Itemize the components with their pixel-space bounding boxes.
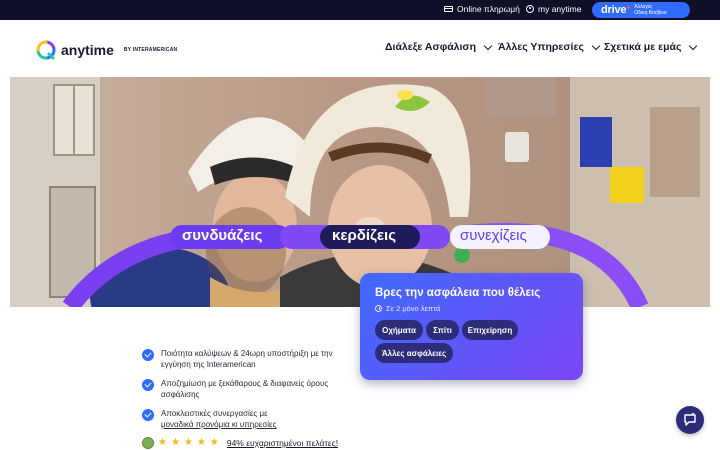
chevron-down-icon <box>591 41 601 50</box>
award-badge-icon <box>142 437 154 449</box>
nav-other-services[interactable]: Άλλες Υπηρεσίες <box>498 41 601 53</box>
top-bar: Online πληρωμή my anytime drive Άλλαγες … <box>0 0 720 20</box>
finder-title: Βρες την ασφάλεια που θέλεις <box>375 287 541 299</box>
star-icon: ★ <box>170 437 180 448</box>
nav-choose-insurance[interactable]: Διάλεξε Ασφάλιση <box>385 41 493 53</box>
drive-button[interactable]: drive Άλλαγες Οδική Βοήθεια <box>592 2 690 18</box>
rating-row: ★ ★ ★ ★ ★ 94% ευχαριστημένοι πελάτες! <box>142 437 338 449</box>
nav-label: Άλλες Υπηρεσίες <box>498 41 584 53</box>
nav-label: Διάλεξε Ασφάλιση <box>385 41 477 53</box>
finder-time: Σε 2 μόνο λεπτά <box>375 304 568 313</box>
benefit-text-block: Αποκλειστικές συνεργασίες με μοναδικά πρ… <box>161 408 276 430</box>
hero-banner: συνδυάζεις κερδίζεις συνεχίζεις <box>10 77 710 307</box>
star-icon: ★ <box>196 437 206 448</box>
rating-link[interactable]: 94% ευχαριστημένοι πελάτες! <box>227 438 338 448</box>
main-header: anytime BY INTERAMERICAN Διάλεξε Ασφάλισ… <box>0 20 720 77</box>
online-payment-link[interactable]: Online πληρωμή <box>444 4 520 14</box>
benefit-item: Αποζημίωση με ξεκάθαρους & διαφανείς όρο… <box>142 378 357 400</box>
my-anytime-link[interactable]: my anytime <box>526 4 581 14</box>
chevron-down-icon <box>689 41 698 50</box>
chip-other-insurance[interactable]: Άλλες ασφάλειες <box>375 343 453 363</box>
star-icon: ★ <box>209 437 219 448</box>
logo-wordmark: anytime <box>61 42 114 58</box>
clock-icon <box>375 305 382 312</box>
check-icon <box>142 379 154 391</box>
benefit-item: Ποιότητα καλύψεων & 24ωρη υποστήριξη με … <box>142 348 357 370</box>
chip-home[interactable]: Σπίτι <box>426 320 459 340</box>
my-anytime-label: my anytime <box>538 4 582 14</box>
anytime-logo[interactable]: anytime BY INTERAMERICAN <box>36 40 177 60</box>
drive-sub-line2: Οδική Βοήθεια <box>634 10 667 16</box>
hero-image <box>10 77 710 307</box>
benefits-link[interactable]: μοναδικά προνόμια κι υπηρεσίες <box>161 420 276 429</box>
nav-label: Σχετικά με εμάς <box>604 41 682 53</box>
finder-time-label: Σε 2 μόνο λεπτά <box>386 304 441 313</box>
slogan-win: κερδίζεις <box>332 227 397 244</box>
anytime-logo-icon <box>36 40 56 60</box>
chevron-down-icon <box>483 41 493 50</box>
chat-icon <box>684 413 696 426</box>
online-payment-label: Online πληρωμή <box>457 4 520 14</box>
star-icon: ★ <box>158 437 167 448</box>
benefit-text: Ποιότητα καλύψεων & 24ωρη υποστήριξη με … <box>161 349 333 369</box>
chip-business[interactable]: Επιχείρηση <box>462 320 518 340</box>
nav-about-us[interactable]: Σχετικά με εμάς <box>604 41 698 53</box>
check-icon <box>142 409 154 421</box>
slogan-combine: συνδυάζεις <box>182 227 263 244</box>
star-icon: ★ <box>183 437 193 448</box>
user-circle-icon <box>526 5 534 13</box>
insurance-finder-card: Βρες την ασφάλεια που θέλεις Σε 2 μόνο λ… <box>360 273 583 380</box>
drive-dot-icon <box>627 6 631 9</box>
slogan-continue: συνεχίζεις <box>460 227 527 244</box>
benefit-text: Αποζημίωση με ξεκάθαρους & διαφανείς όρο… <box>161 379 329 399</box>
credit-card-icon <box>444 6 453 12</box>
benefit-text: Αποκλειστικές συνεργασίες με <box>161 409 268 418</box>
drive-subtitle: Άλλαγες Οδική Βοήθεια <box>634 4 666 16</box>
drive-brand: drive <box>601 4 627 16</box>
chat-button[interactable] <box>676 406 704 434</box>
check-icon <box>142 349 154 361</box>
benefit-item: Αποκλειστικές συνεργασίες με μοναδικά πρ… <box>142 408 357 430</box>
logo-by-line: BY INTERAMERICAN <box>123 47 178 53</box>
chip-vehicles[interactable]: Οχήματα <box>375 320 423 340</box>
